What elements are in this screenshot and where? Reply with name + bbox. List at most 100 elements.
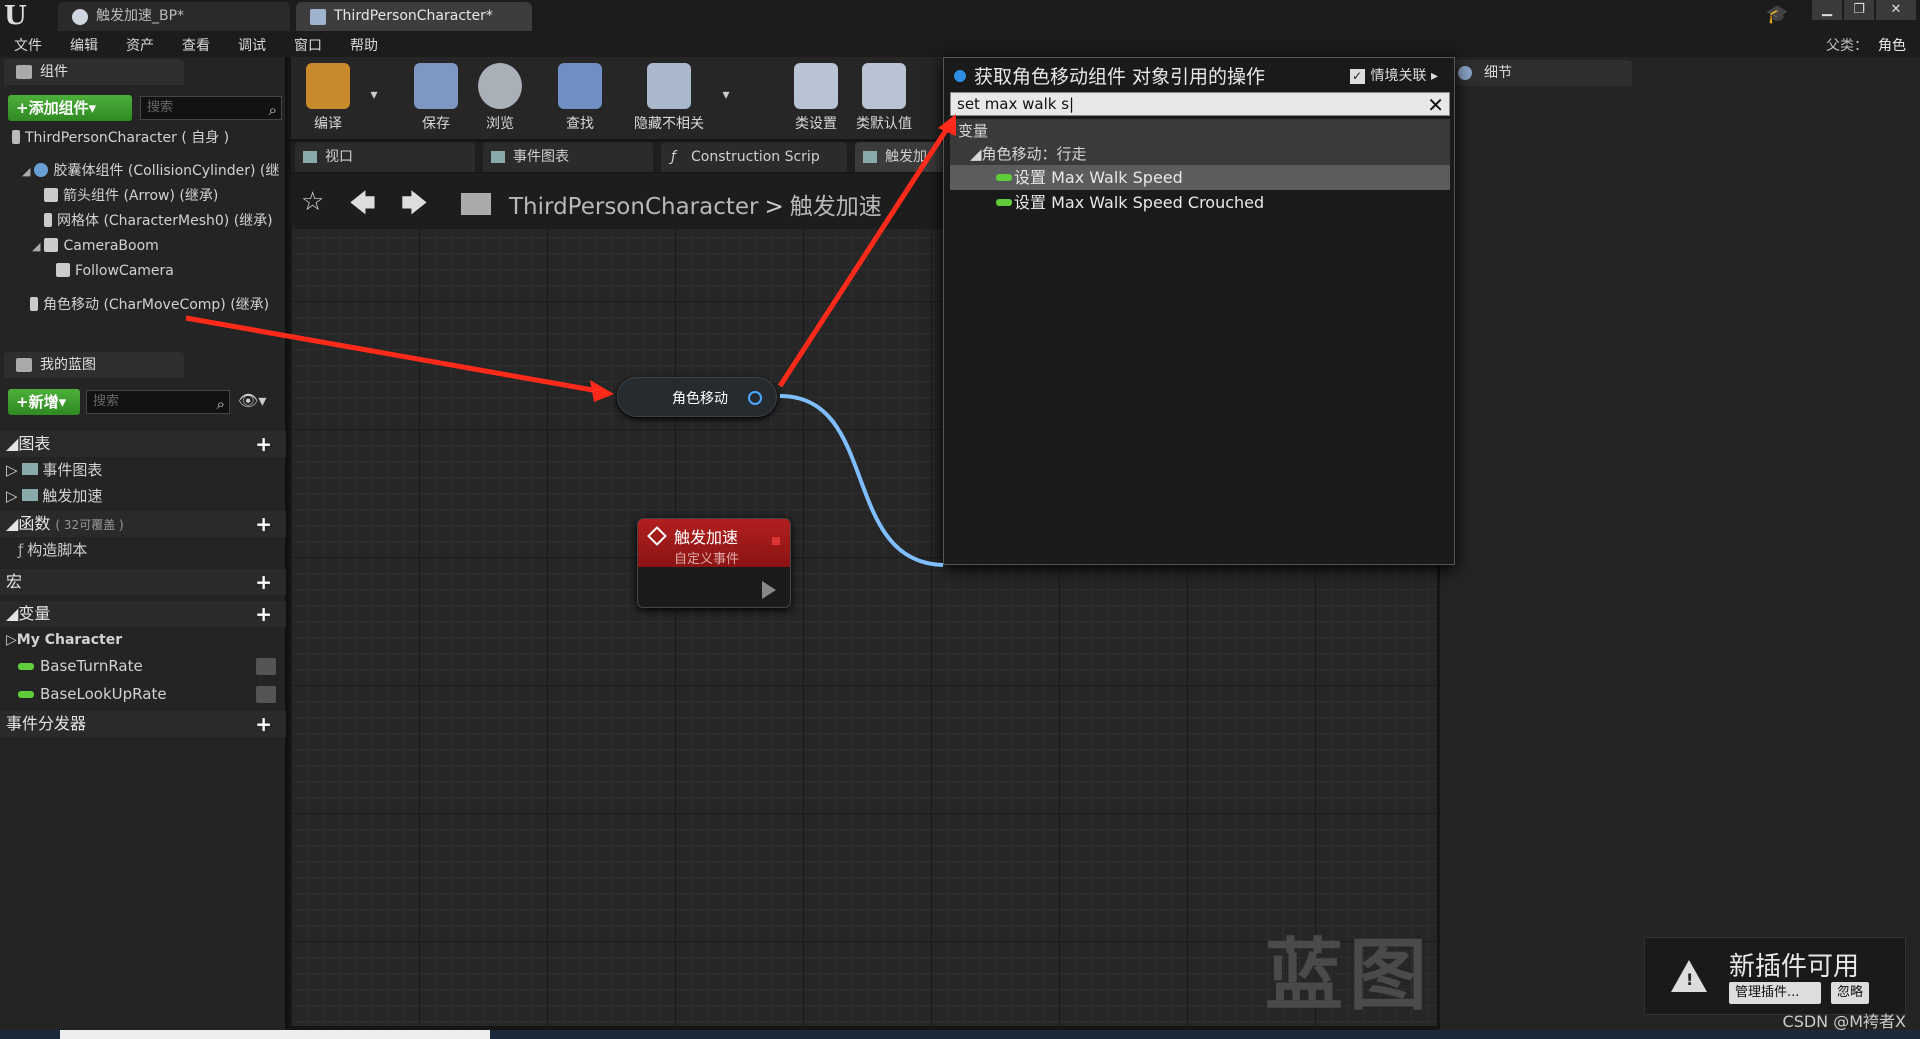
hide-options-dropdown[interactable]: ▾	[715, 87, 737, 103]
component-followcamera[interactable]: FollowCamera	[56, 260, 174, 282]
graph-watermark: 蓝图	[1265, 931, 1434, 1021]
function-item-label: 构造脚本	[27, 541, 88, 559]
menu-file[interactable]: 文件	[14, 35, 42, 55]
graph-icon	[863, 151, 877, 163]
save-button[interactable]: 保存	[403, 63, 469, 133]
maximize-button[interactable]: ❐	[1844, 0, 1874, 20]
class-defaults-icon	[862, 63, 906, 109]
breadcrumb-root[interactable]: ThirdPersonCharacter	[509, 194, 759, 220]
category-variables[interactable]: 变量	[950, 119, 1450, 143]
node-subtitle: 自定义事件	[674, 552, 740, 567]
manage-plugins-button[interactable]: 管理插件...	[1729, 982, 1821, 1004]
float-variable-icon	[996, 174, 1012, 181]
close-window-button[interactable]: ✕	[1876, 0, 1916, 20]
section-graphs[interactable]: ◢图表 +	[0, 431, 286, 457]
details-tab-label: 细节	[1484, 65, 1512, 81]
browse-button[interactable]: 浏览	[467, 63, 533, 133]
function-item-construction[interactable]: ƒ 构造脚本	[0, 537, 286, 563]
compile-options-dropdown[interactable]: ▾	[363, 87, 385, 103]
section-functions[interactable]: ◢函数 ( 32可覆盖 ) +	[0, 511, 286, 537]
my-blueprint-search-input[interactable]: 搜索 ⌕	[86, 390, 230, 414]
component-cameraboom[interactable]: ◢ CameraBoom	[32, 235, 159, 257]
section-macros[interactable]: 宏 +	[0, 569, 286, 595]
section-variables[interactable]: ◢变量 +	[0, 601, 286, 627]
component-root[interactable]: ThirdPersonCharacter ( 自身 )	[12, 127, 229, 149]
favorite-star-icon[interactable]: ☆	[301, 187, 324, 217]
tab-construction-script[interactable]: ƒ Construction Scrip	[661, 142, 847, 172]
class-settings-button[interactable]: 类设置	[783, 63, 849, 133]
visibility-toggle-icon[interactable]	[256, 658, 276, 675]
actor-icon	[12, 130, 20, 144]
delegate-pin[interactable]	[772, 537, 780, 545]
components-search-input[interactable]: 搜索 ⌕	[140, 96, 282, 120]
add-variable-icon[interactable]: +	[255, 601, 272, 627]
menu-window[interactable]: 窗口	[294, 35, 322, 55]
my-blueprint-tab[interactable]: 我的蓝图	[4, 352, 184, 378]
add-macro-icon[interactable]: +	[255, 569, 272, 595]
component-arrow[interactable]: 箭头组件 (Arrow) (继承)	[44, 185, 218, 207]
hide-unrelated-button[interactable]: 隐藏不相关	[621, 63, 717, 133]
variable-category[interactable]: ▷My Character	[0, 627, 286, 653]
save-icon	[414, 63, 458, 109]
expand-arrow-icon[interactable]: ◢	[32, 240, 40, 253]
doc-tab-trigger-bp[interactable]: 触发加速_BP*	[58, 2, 290, 31]
menu-view[interactable]: 查看	[182, 35, 210, 55]
variable-item-baselookuprate[interactable]: BaseLookUpRate	[0, 681, 286, 707]
menu-asset[interactable]: 资产	[126, 35, 154, 55]
menu-help[interactable]: 帮助	[350, 35, 378, 55]
add-dispatcher-icon[interactable]: +	[255, 711, 272, 737]
tab-trigger-graph[interactable]: 触发加	[855, 142, 943, 172]
learn-icon[interactable]: 🎓	[1766, 4, 1788, 25]
context-sensitive-toggle[interactable]: ✓ 情境关联 ▸	[1349, 65, 1438, 85]
action-set-max-walk-speed[interactable]: 设置 Max Walk Speed	[950, 165, 1450, 190]
context-search-input[interactable]: set max walk s|	[950, 92, 1450, 116]
graph-item-event-graph[interactable]: ▷ 事件图表	[0, 457, 286, 483]
parent-class-link[interactable]: 角色	[1878, 38, 1906, 54]
node-character-movement[interactable]: 角色移动	[617, 377, 777, 417]
add-graph-icon[interactable]: +	[255, 431, 272, 457]
add-function-icon[interactable]: +	[255, 511, 272, 537]
component-charmove[interactable]: 角色移动 (CharMoveComp) (继承)	[30, 294, 269, 316]
menu-debug[interactable]: 调试	[238, 35, 266, 55]
forward-arrow-icon[interactable]: 🡆	[401, 185, 428, 229]
add-component-button[interactable]: +添加组件▾	[8, 95, 132, 121]
menu-edit[interactable]: 编辑	[70, 35, 98, 55]
variable-category-label: My Character	[16, 632, 123, 648]
breadcrumb-leaf[interactable]: 触发加速	[790, 194, 882, 220]
back-arrow-icon[interactable]: 🡄	[349, 185, 376, 229]
compile-button[interactable]: 编译	[295, 63, 361, 133]
component-label: 网格体 (CharacterMesh0) (继承)	[57, 213, 273, 229]
view-options-eye-icon[interactable]: 👁▾	[238, 391, 266, 410]
tab-viewport[interactable]: 视口	[295, 142, 475, 172]
doc-tab-third-person[interactable]: ThirdPersonCharacter*	[296, 2, 532, 31]
add-new-button[interactable]: +新增▾	[8, 389, 80, 415]
section-dispatchers[interactable]: 事件分发器 +	[0, 711, 286, 737]
component-capsule[interactable]: ◢ 胶囊体组件 (CollisionCylinder) (继	[22, 160, 279, 182]
components-panel-tab[interactable]: 组件	[4, 59, 184, 85]
graph-tabs: 视口 事件图表 ƒ Construction Scrip 触发加	[291, 142, 943, 172]
browse-icon	[478, 63, 522, 109]
variable-item-baseturnrate[interactable]: BaseTurnRate	[0, 653, 286, 679]
output-pin[interactable]	[748, 391, 762, 405]
clear-search-icon[interactable]: ✕	[1427, 93, 1444, 117]
category-character-movement-walking[interactable]: ◢角色移动：行走	[950, 142, 1450, 166]
float-variable-icon	[18, 691, 34, 698]
exec-output-pin[interactable]	[762, 581, 776, 599]
class-defaults-button[interactable]: 类默认值	[851, 63, 917, 133]
graph-item-trigger[interactable]: ▷ 触发加速	[0, 483, 286, 509]
section-graphs-label: 图表	[18, 434, 51, 453]
tool-label: 编译	[314, 116, 342, 132]
details-tab[interactable]: 细节	[1448, 60, 1632, 86]
node-custom-event[interactable]: 触发加速 自定义事件	[637, 518, 791, 608]
expand-arrow-icon[interactable]: ◢	[22, 165, 30, 178]
component-mesh[interactable]: 网格体 (CharacterMesh0) (继承)	[44, 210, 273, 232]
minimize-button[interactable]: ▁	[1812, 0, 1842, 20]
visibility-toggle-icon[interactable]	[256, 686, 276, 703]
subcategory-label: 角色移动：行走	[981, 145, 1087, 163]
ignore-button[interactable]: 忽略	[1831, 982, 1870, 1004]
checkbox-checked-icon[interactable]: ✓	[1349, 69, 1365, 84]
find-button[interactable]: 查找	[547, 63, 613, 133]
tab-event-graph[interactable]: 事件图表	[483, 142, 653, 172]
action-set-max-walk-speed-crouched[interactable]: 设置 Max Walk Speed Crouched	[950, 190, 1450, 215]
section-dispatchers-label: 事件分发器	[6, 714, 87, 733]
